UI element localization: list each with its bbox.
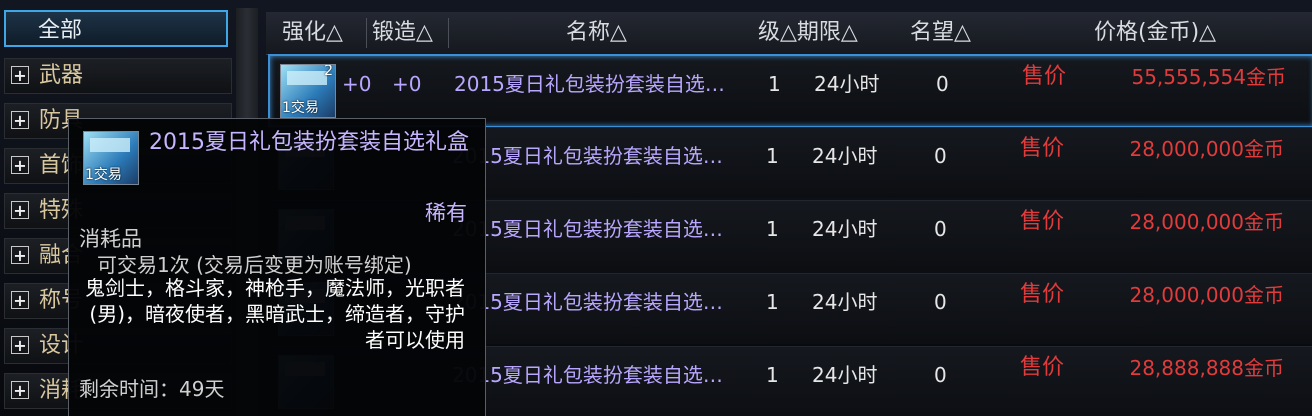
- item-level: 1: [768, 72, 781, 96]
- sort-level-period-header[interactable]: 级△期限△: [758, 12, 858, 54]
- sale-label: 售价: [1020, 282, 1065, 307]
- expand-plus-icon[interactable]: +: [11, 246, 29, 264]
- sale-label: 售价: [1020, 209, 1065, 234]
- item-level: 1: [766, 290, 779, 314]
- item-name: 2015夏日礼包装扮套装自选…: [452, 217, 723, 241]
- sort-forge-header[interactable]: 锻造△: [372, 12, 433, 54]
- trade-count: 1交易: [85, 167, 122, 183]
- expand-plus-icon[interactable]: +: [11, 201, 29, 219]
- item-price: 28,000,000金币: [1129, 283, 1284, 307]
- item-fame: 0: [934, 363, 947, 387]
- header-divider: [366, 18, 367, 48]
- item-fame: 0: [934, 144, 947, 168]
- tooltip-rarity: 稀有: [425, 201, 467, 225]
- sort-fame-header[interactable]: 名望△: [910, 12, 971, 54]
- item-period: 24小时: [812, 144, 878, 168]
- item-level: 1: [766, 217, 779, 241]
- sale-label: 售价: [1022, 64, 1067, 89]
- expand-plus-icon[interactable]: +: [11, 381, 29, 399]
- tooltip-remaining-time: 剩余时间：49天: [79, 377, 225, 401]
- tooltip-usable-jobs: 鬼剑士，格斗家，神枪手，魔法师，光职者(男)，暗夜使者，黑暗武士，缔造者，守护者…: [85, 276, 465, 352]
- category-label: 武器: [39, 63, 84, 88]
- sort-name-header[interactable]: 名称△: [566, 12, 627, 54]
- item-price: 28,000,000金币: [1129, 210, 1284, 234]
- header-divider: [448, 18, 449, 48]
- trade-count: 1交易: [282, 100, 319, 116]
- tooltip-title: 2015夏日礼包装扮套装自选礼盒: [149, 130, 469, 155]
- table-row[interactable]: 2 1交易 +0 +0 2015夏日礼包装扮套装自选… 1 24小时 0 售价 …: [268, 54, 1312, 128]
- item-quantity: 2: [324, 64, 333, 79]
- item-fame: 0: [934, 290, 947, 314]
- item-fame: 0: [936, 72, 949, 96]
- expand-plus-icon[interactable]: +: [11, 156, 29, 174]
- gift-box-icon: 2 1交易: [280, 64, 336, 118]
- gift-box-icon: 1交易: [83, 131, 139, 185]
- item-price: 28,000,000金币: [1129, 137, 1284, 161]
- sort-enhance-header[interactable]: 强化△: [282, 12, 343, 54]
- item-fame: 0: [934, 217, 947, 241]
- item-period: 24小时: [812, 290, 878, 314]
- sort-price-header[interactable]: 价格(金币)△: [1094, 12, 1216, 54]
- auction-window: 全部 + 武器 + 防具 + 首饰 + 特殊 + 融合 + 称号 + 设计 + …: [0, 0, 1312, 416]
- item-period: 24小时: [812, 217, 878, 241]
- item-name: 2015夏日礼包装扮套装自选…: [454, 72, 725, 96]
- sale-label: 售价: [1020, 136, 1065, 161]
- forge-value: +0: [392, 72, 422, 96]
- expand-plus-icon[interactable]: +: [11, 111, 29, 129]
- expand-plus-icon[interactable]: +: [11, 291, 29, 309]
- expand-plus-icon[interactable]: +: [11, 66, 29, 84]
- item-price: 55,555,554金币: [1131, 65, 1286, 89]
- enhance-value: +0: [342, 72, 372, 96]
- category-all[interactable]: 全部: [4, 10, 228, 47]
- item-name: 2015夏日礼包装扮套装自选…: [452, 363, 723, 387]
- item-tooltip: 1交易 2015夏日礼包装扮套装自选礼盒 稀有 消耗品 可交易1次 (交易后变更…: [68, 118, 486, 416]
- item-level: 1: [766, 363, 779, 387]
- item-name: 2015夏日礼包装扮套装自选…: [452, 290, 723, 314]
- category-weapon[interactable]: + 武器: [4, 58, 232, 94]
- item-name: 2015夏日礼包装扮套装自选…: [452, 144, 723, 168]
- sale-label: 售价: [1020, 355, 1065, 380]
- expand-plus-icon[interactable]: +: [11, 336, 29, 354]
- item-price: 28,888,888金币: [1129, 356, 1284, 380]
- item-period: 24小时: [812, 363, 878, 387]
- table-header: 强化△ 锻造△ 名称△ 级△期限△ 名望△ 价格(金币)△: [266, 12, 1312, 55]
- item-period: 24小时: [814, 72, 880, 96]
- item-level: 1: [766, 144, 779, 168]
- tooltip-trade-info: 可交易1次 (交易后变更为账号绑定): [97, 253, 412, 277]
